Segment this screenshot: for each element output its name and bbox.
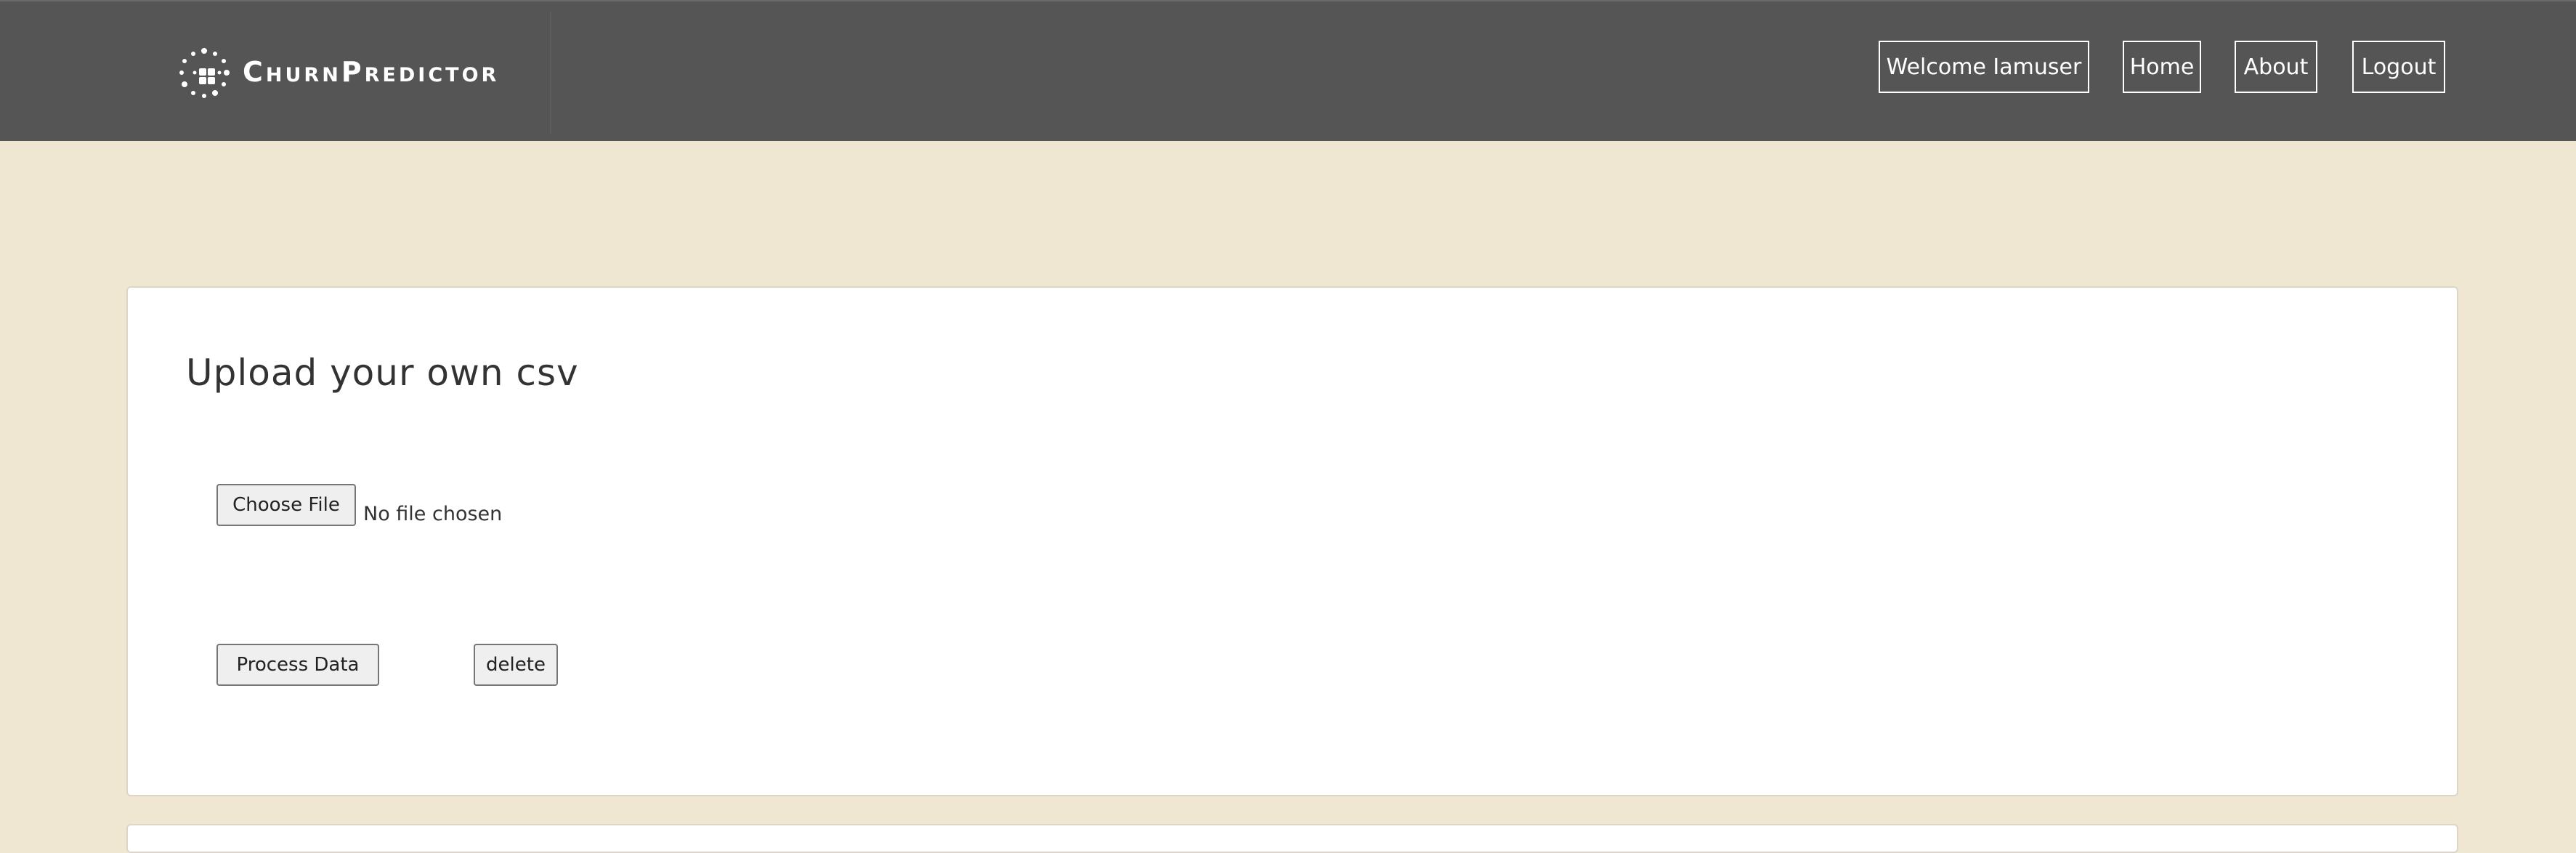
top-navbar: ChurnPredictor Welcome Iamuser Home Abou… (0, 0, 2576, 141)
delete-button[interactable]: delete (474, 644, 558, 686)
process-data-button[interactable]: Process Data (216, 644, 379, 686)
brand-name: ChurnPredictor (243, 56, 500, 88)
upload-card: Upload your own csv Choose File No file … (126, 286, 2458, 796)
file-status-text: No file chosen (363, 502, 503, 525)
navbar-divider (550, 12, 551, 134)
nav-home-link[interactable]: Home (2123, 41, 2201, 93)
brand[interactable]: ChurnPredictor (173, 41, 499, 103)
nav-about-link[interactable]: About (2235, 41, 2317, 93)
choose-file-button[interactable]: Choose File (216, 484, 356, 526)
nav-logout-link[interactable]: Logout (2352, 41, 2445, 93)
dotted-circle-logo-icon (179, 48, 230, 98)
upload-title: Upload your own csv (186, 352, 579, 394)
second-card (126, 824, 2458, 853)
welcome-user-link[interactable]: Welcome Iamuser (1879, 41, 2089, 93)
